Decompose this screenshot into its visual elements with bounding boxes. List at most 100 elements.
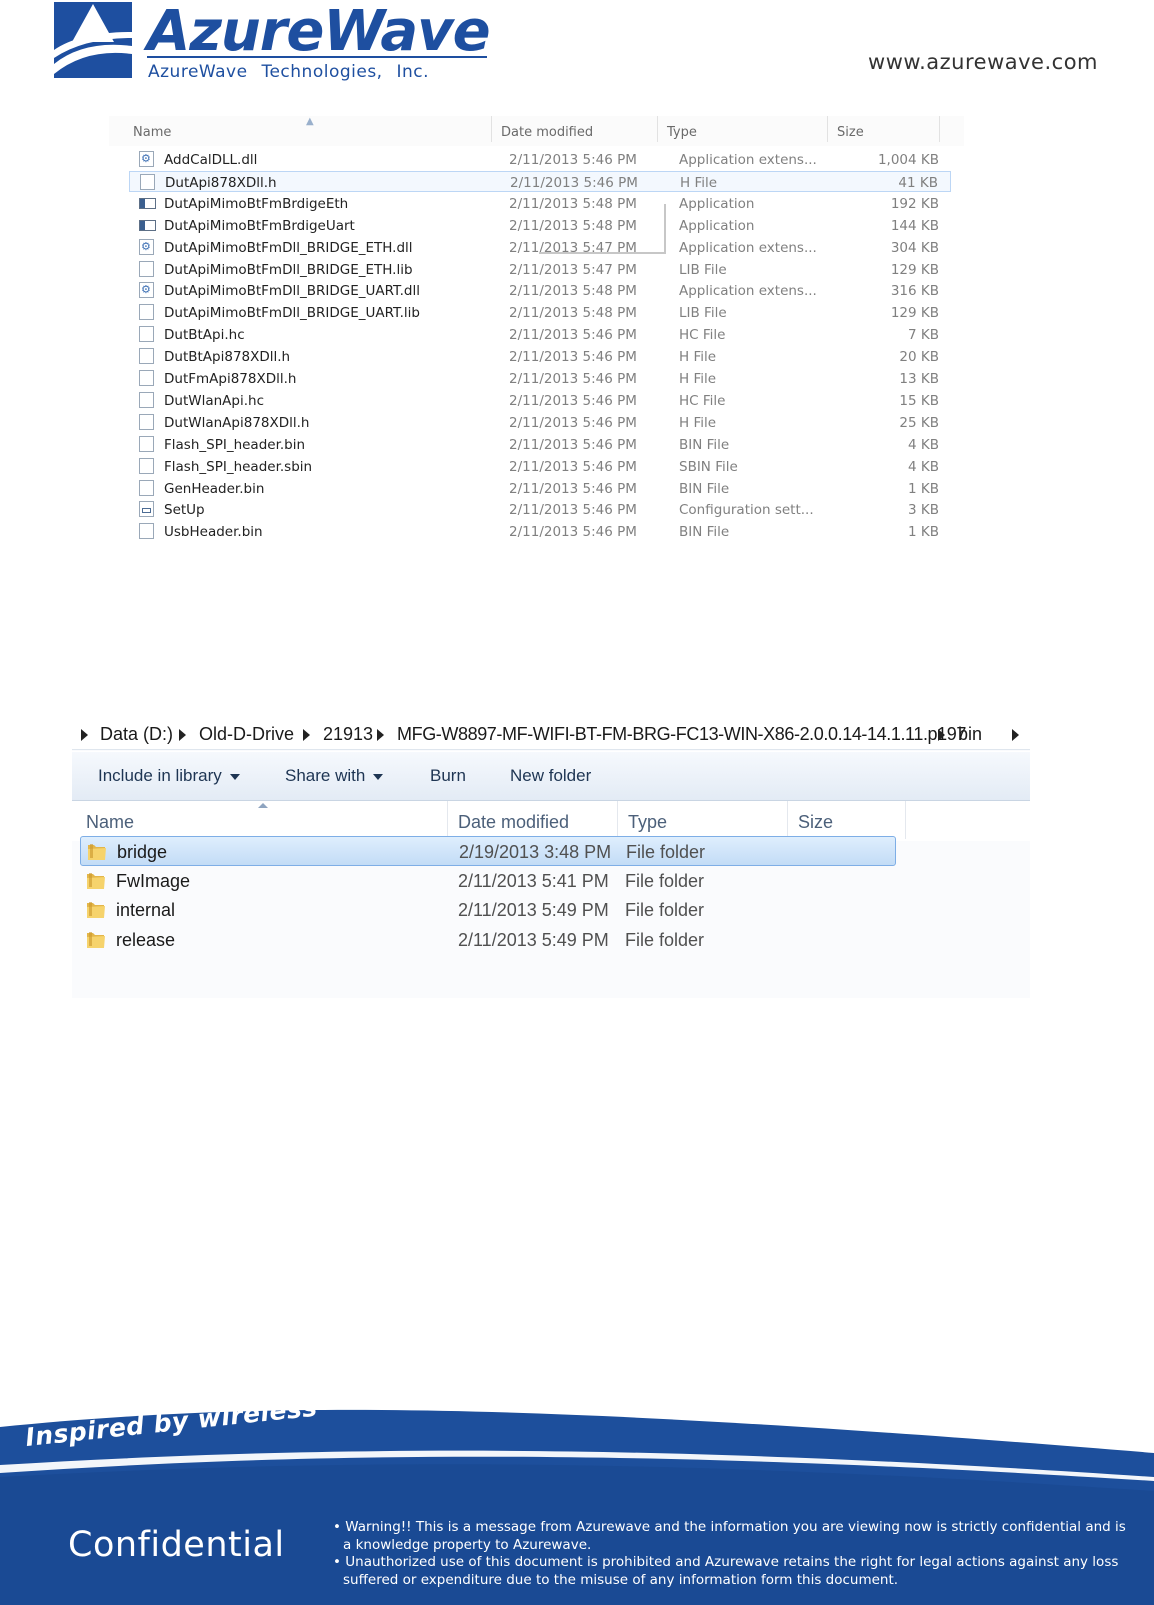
file-size: 129 KB [890,305,939,322]
file-date: 2/11/2013 5:46 PM [509,152,637,168]
file-size: 1,004 KB [877,152,939,168]
breadcrumb-item[interactable]: MFG-W8897-MF-WIFI-BT-FM-BRG-FC13-WIN-X86… [397,724,966,745]
file-type: SBIN File [679,458,738,475]
file-size: 20 KB [899,349,939,366]
text-file-icon [139,457,154,474]
file-date: 2/11/2013 5:46 PM [509,349,637,366]
file-row[interactable]: DutBtApi.hc 2/11/2013 5:46 PM HC File 7 KB [129,324,951,345]
text-file-icon [139,391,154,408]
folder-icon [87,872,105,889]
file-size: 3 KB [908,502,939,519]
file-type: H File [680,174,718,191]
column-size[interactable]: Size [837,125,864,140]
include-in-library-button[interactable]: Include in library [98,766,240,786]
folder-name: release [116,929,176,950]
burn-button[interactable]: Burn [430,766,466,786]
breadcrumb: Data (D:) Old-D-Drive 21913 MFG-W8897-MF… [72,721,1030,750]
file-name: DutFmApi878XDll.h [164,371,297,387]
folder-date: 2/19/2013 3:48 PM [459,842,612,862]
text-file-icon [139,348,154,365]
column-name[interactable]: Name [86,812,134,833]
file-row[interactable]: DutBtApi878XDll.h 2/11/2013 5:46 PM H File… [129,346,951,367]
logo-wordmark: AzureWave [147,0,491,64]
file-type: Application [679,217,755,234]
drag-marker [539,252,666,254]
column-date[interactable]: Date modified [458,812,569,833]
command-bar: Include in library Share with Burn New f… [72,751,1030,801]
folder-row[interactable]: internal 2/11/2013 5:49 PM File folder [80,895,896,925]
file-date: 2/11/2013 5:46 PM [510,174,638,191]
warning-line: • Warning!! This is a message from Azure… [333,1519,1126,1553]
file-row[interactable]: DutApiMimoBtFmBrdigeEth 2/11/2013 5:48 PM… [129,193,951,214]
file-type: H File [679,349,717,366]
file-row[interactable]: DutApiMimoBtFmBrdigeUart 2/11/2013 5:48 P… [129,215,951,236]
file-row[interactable]: DutApiMimoBtFmDll_BRIDGE_UART.lib 2/11/20… [129,302,951,323]
file-row[interactable]: Flash_SPI_header.bin 2/11/2013 5:46 PM BIN… [129,434,951,455]
sort-caret-icon: ▲ [306,116,314,127]
breadcrumb-item[interactable]: bin [958,724,982,745]
file-row[interactable]: GenHeader.bin 2/11/2013 5:46 PM BIN File 1 … [129,478,951,499]
folder-name: FwImage [116,870,191,891]
folder-date: 2/11/2013 5:41 PM [458,870,609,891]
file-row[interactable]: DutWlanApi878XDll.h 2/11/2013 5:46 PM H Fi… [129,412,951,433]
text-file-icon [139,435,154,452]
file-name: DutApiMimoBtFmBrdigeUart [164,217,355,234]
folder-date: 2/11/2013 5:49 PM [458,900,609,920]
file-date: 2/11/2013 5:46 PM [509,524,637,541]
folder-row[interactable]: FwImage 2/11/2013 5:41 PM File folder [80,866,896,896]
file-type: HC File [679,392,726,409]
application-icon [139,219,156,231]
file-type: BIN File [679,480,730,497]
folder-row[interactable]: bridge 2/19/2013 3:48 PM File folder [80,836,896,866]
file-list-screenshot: Name ▲ Date modified Type Size AddCalDLL… [109,116,964,562]
file-row[interactable]: DutApi878XDll.h 2/11/2013 5:46 PM H File 41… [129,170,951,192]
file-row[interactable]: DutWlanApi.hc 2/11/2013 5:46 PM HC File 15 … [129,390,951,411]
folder-type: File folder [625,900,705,920]
column-type[interactable]: Type [628,812,667,833]
column-type[interactable]: Type [667,125,697,140]
file-date: 2/11/2013 5:46 PM [509,371,637,387]
file-row[interactable]: DutFmApi878XDll.h 2/11/2013 5:46 PM H File… [129,368,951,389]
file-row[interactable]: DutApiMimoBtFmDll_BRIDGE_ETH.dll2/11/201… [129,237,951,258]
file-date: 2/11/2013 5:48 PM [509,217,637,234]
breadcrumb-item[interactable]: Old-D-Drive [199,724,294,745]
file-size: 129 KB [890,261,939,278]
column-date[interactable]: Date modified [501,125,593,140]
file-name: DutApi878XDll.h [165,174,277,191]
file-type: H File [679,414,717,431]
file-type: BIN File [679,436,730,453]
file-type: Application [679,195,755,212]
file-row[interactable]: UsbHeader.bin 2/11/2013 5:46 PM BIN File 1 … [129,521,951,542]
breadcrumb-item[interactable]: Data (D:) [100,724,173,745]
file-name: DutWlanApi878XDll.h [164,414,310,431]
file-date: 2/11/2013 5:46 PM [509,502,637,519]
file-name: Flash_SPI_header.bin [164,436,306,453]
column-size[interactable]: Size [798,812,833,833]
file-date: 2/11/2013 5:46 PM [509,436,637,453]
website-url[interactable]: www.azurewave.com [868,50,1098,74]
file-row[interactable]: DutApiMimoBtFmDll_BRIDGE_UART.dll 2/11/20… [129,280,951,301]
file-row[interactable]: SetUp 2/11/2013 5:46 PM Configuration sett… [129,499,951,520]
file-name: AddCalDLL.dll [164,152,258,168]
file-type: Configuration sett... [679,502,814,519]
folder-name: internal [116,900,176,920]
share-with-button[interactable]: Share with [285,766,384,786]
file-date: 2/11/2013 5:48 PM [509,195,637,212]
text-file-icon [139,370,154,386]
folder-list-header: Name Date modified Type Size [72,801,1030,841]
config-file-icon [139,501,154,518]
breadcrumb-arrow-icon [377,729,384,741]
folder-date: 2/11/2013 5:49 PM [458,929,609,950]
column-name[interactable]: Name [133,125,171,140]
folder-row[interactable]: release 2/11/2013 5:49 PM File folder [80,925,896,955]
file-size: 144 KB [890,217,939,234]
new-folder-button[interactable]: New folder [510,766,591,786]
text-file-icon [139,523,154,540]
file-list-header: Name ▲ Date modified Type Size [109,116,964,146]
file-row[interactable]: DutApiMimoBtFmDll_BRIDGE_ETH.lib 2/11/201… [129,259,951,280]
file-name: SetUp [164,502,205,519]
dll-file-icon [139,238,154,255]
breadcrumb-item[interactable]: 21913 [323,724,373,745]
file-row[interactable]: Flash_SPI_header.sbin 2/11/2013 5:46 PM SB… [129,456,951,477]
file-row[interactable]: AddCalDLL.dll 2/11/2013 5:46 PM Applicatio… [129,149,951,170]
